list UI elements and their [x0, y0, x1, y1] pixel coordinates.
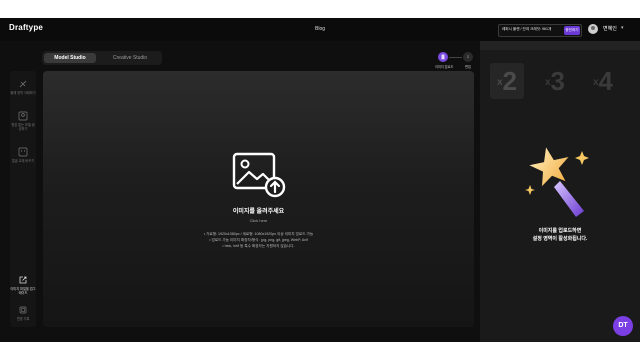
sidebar-item-generate-model[interactable]: 원본 없는 모델 생성하기 [10, 111, 36, 131]
step-connector [449, 57, 462, 58]
output-count-options: x2 x3 x4 [490, 63, 630, 99]
panel-header-strip [480, 41, 640, 50]
upload-requirements: • 가로형: 1920x1080px / 세로형: 1080x1920px 이상… [43, 231, 474, 249]
charge-button[interactable]: 충전하기 [564, 26, 580, 35]
sidebar-item-label: 물체 영역 삭제하기 [10, 91, 36, 95]
sidebar-item-label: 원본 없는 모델 생성하기 [11, 123, 35, 131]
step-2-label: 편집 [465, 65, 471, 69]
panel-hint: 이미지를 업로드하면 설정 영역이 활성화됩니다. [532, 228, 588, 242]
count-option-2[interactable]: x2 [490, 63, 524, 99]
eraser-icon [19, 80, 27, 88]
magic-wand-icon [525, 147, 589, 217]
sidebar-item-remove-object[interactable]: 물체 영역 삭제하기 [10, 79, 36, 95]
brand-logo[interactable]: Draftype [9, 23, 43, 32]
sidebar-item-face-swap[interactable]: 얼굴 교체 바꾸기 [10, 147, 36, 163]
chat-support-button[interactable]: DT [613, 316, 633, 336]
step-1-label: 이미지 업로드 [435, 65, 454, 69]
sidebar-item-label: 이미지 파일을 업그레이드 [10, 287, 36, 295]
sidebar-item-label: 변경 기록 [16, 317, 30, 321]
count-option-3[interactable]: x3 [538, 63, 572, 99]
studio-tabs: Model Studio Creative Studio [42, 51, 162, 65]
sidebar-item-history[interactable]: 변경 기록 [10, 305, 36, 321]
sidebar-item-label: 얼굴 교체 바꾸기 [11, 159, 35, 163]
chevron-down-icon[interactable]: ▾ [621, 25, 624, 31]
person-icon [18, 111, 28, 121]
settings-panel: x2 x3 x4 이미지를 업로드하면 설정 영역이 활성화됩니다. [480, 41, 640, 342]
workspace: Model Studio Creative Studio 2 이미지 업로드 편… [0, 41, 480, 342]
tab-model-studio[interactable]: Model Studio [44, 53, 96, 63]
upload-click-here[interactable]: Click here [43, 218, 474, 223]
top-navigation-bar: Draftype Blog 레퍼시 플랜 / 잔여 크레딧: 961개 충전하기… [0, 18, 640, 42]
upload-note: • heic, heif 등 특수 확장자는 지원하지 않습니다. [222, 244, 295, 248]
username[interactable]: 변혜인 [603, 25, 617, 32]
face-icon [18, 147, 28, 157]
count-option-4[interactable]: x4 [586, 63, 620, 99]
blog-link[interactable]: Blog [315, 26, 325, 32]
upload-dropzone[interactable]: 이미지를 올려주세요 Click here • 가로형: 1920x1080px… [43, 71, 474, 327]
credit-text: 레퍼시 플랜 / 잔여 크레딧: 961개 [502, 27, 552, 31]
progress-steps: 2 이미지 업로드 편집 [435, 51, 476, 71]
credit-status-pill: 레퍼시 플랜 / 잔여 크레딧: 961개 충전하기 [498, 24, 582, 37]
external-link-icon [19, 276, 27, 284]
hand-icon [441, 54, 445, 60]
image-upload-icon [232, 152, 286, 198]
layers-icon [19, 306, 27, 314]
step-2-indicator: 2 [463, 52, 473, 62]
avatar-icon[interactable] [588, 24, 598, 34]
step-1-indicator [438, 52, 448, 62]
tab-creative-studio[interactable]: Creative Studio [100, 53, 160, 63]
tool-sidebar: 물체 영역 삭제하기 원본 없는 모델 생성하기 얼굴 교체 바꾸기 이미지 파… [10, 71, 36, 327]
sidebar-item-upgrade-image[interactable]: 이미지 파일을 업그레이드 [10, 275, 36, 295]
upload-title: 이미지를 올려주세요 [232, 209, 285, 215]
